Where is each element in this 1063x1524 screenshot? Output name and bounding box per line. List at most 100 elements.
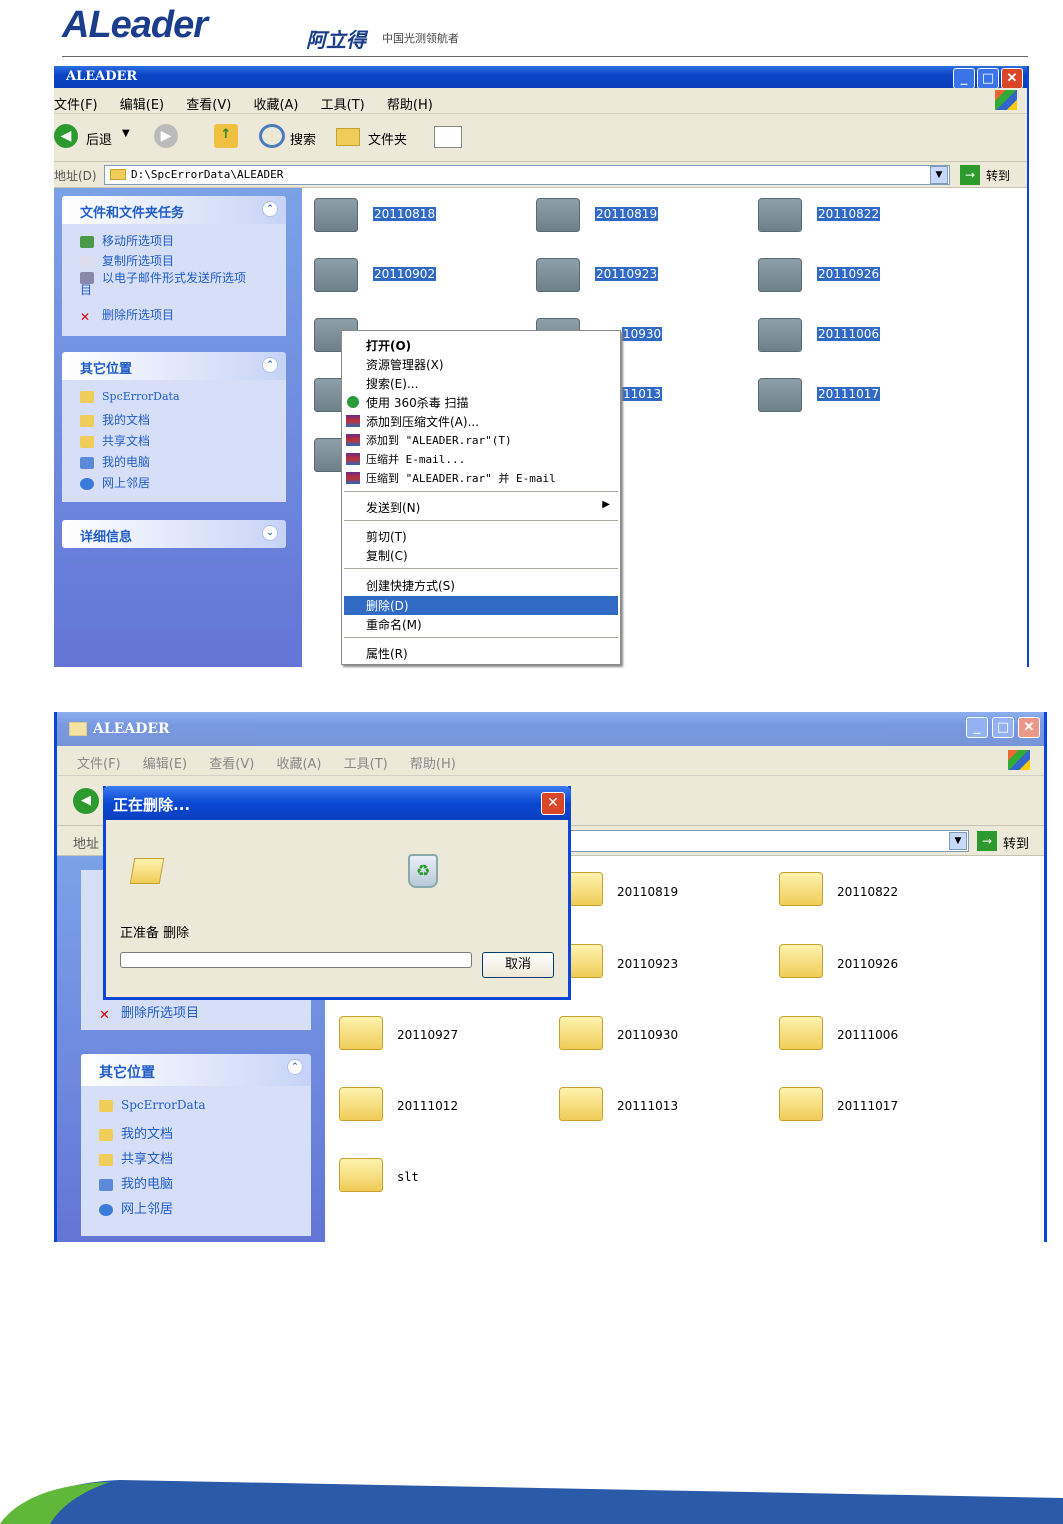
menu-help[interactable]: 帮助(H) (387, 94, 433, 113)
task-delete[interactable]: ✕ 删除所选项目 (99, 1002, 199, 1023)
dialog-close-button[interactable]: ✕ (541, 792, 565, 815)
expand-icon[interactable]: ⌄ (262, 525, 278, 541)
folder-icon[interactable] (758, 198, 802, 232)
folder-icon[interactable] (314, 198, 358, 232)
menu-tools[interactable]: 工具(T) (344, 753, 388, 772)
folder-label[interactable]: 20110926 (817, 267, 881, 281)
folder-label[interactable]: 20110926 (837, 957, 898, 971)
folder-label[interactable]: 20111017 (837, 1099, 898, 1113)
menu-edit[interactable]: 编辑(E) (143, 753, 187, 772)
folders-button[interactable]: 文件夹 (368, 129, 407, 148)
go-arrow-icon[interactable]: → (977, 831, 997, 851)
folder-label[interactable]: slt (397, 1170, 419, 1184)
minimize-button[interactable]: _ (953, 68, 975, 89)
maximize-button[interactable]: □ (992, 717, 1014, 738)
menu-add-rar[interactable]: 添加到 "ALEADER.rar"(T) (366, 432, 512, 448)
folder-label[interactable]: 20110927 (397, 1028, 458, 1042)
views-icon[interactable] (434, 126, 462, 148)
back-arrow-icon[interactable]: ◀ (54, 124, 78, 148)
title-bar[interactable]: ALEADER _ □ ✕ (57, 712, 1044, 746)
go-arrow-icon[interactable]: → (960, 165, 980, 185)
menu-favorites[interactable]: 收藏(A) (276, 753, 321, 772)
address-dropdown-icon[interactable]: ▼ (930, 166, 948, 184)
back-dropdown-icon[interactable]: ▼ (122, 128, 130, 139)
details-panel-header[interactable]: 详细信息 ⌄ (62, 520, 286, 548)
folder-icon[interactable] (339, 1087, 383, 1121)
back-arrow-icon[interactable]: ◀ (73, 788, 99, 814)
folder-label[interactable]: 20110822 (817, 207, 881, 221)
close-button[interactable]: ✕ (1018, 717, 1040, 738)
search-button[interactable]: 搜索 (290, 129, 316, 148)
menu-properties[interactable]: 属性(R) (366, 645, 408, 662)
menu-rename[interactable]: 重命名(M) (366, 616, 422, 633)
menu-360-scan[interactable]: 使用 360杀毒 扫描 (366, 394, 469, 411)
menu-favorites[interactable]: 收藏(A) (253, 94, 298, 113)
folder-icon[interactable] (758, 378, 802, 412)
place-network[interactable]: 网上邻居 (80, 474, 150, 491)
folder-label[interactable]: 20110902 (373, 267, 437, 281)
menu-edit[interactable]: 编辑(E) (120, 94, 164, 113)
menu-compress-rar-email[interactable]: 压缩到 "ALEADER.rar" 并 E-mail (366, 470, 556, 486)
menu-file[interactable]: 文件(F) (77, 753, 121, 772)
collapse-icon[interactable]: ⌃ (262, 201, 278, 217)
menu-open[interactable]: 打开(O) (366, 337, 411, 354)
menu-file[interactable]: 文件(F) (54, 94, 98, 113)
place-spcerrordata[interactable]: SpcErrorData (80, 390, 180, 403)
folder-label[interactable]: 20110819 (617, 885, 678, 899)
folder-icon[interactable] (559, 1087, 603, 1121)
folder-label-partial[interactable]: 10930 (622, 327, 663, 341)
menu-search[interactable]: 搜索(E)... (366, 375, 418, 392)
task-delete[interactable]: ✕ 删除所选项目 (80, 306, 174, 324)
folder-icon[interactable] (339, 1158, 383, 1192)
place-my-documents[interactable]: 我的文档 (99, 1123, 173, 1142)
back-button[interactable]: 后退 (86, 129, 112, 148)
folder-label[interactable]: 20111017 (817, 387, 881, 401)
folder-label[interactable]: 20110930 (617, 1028, 678, 1042)
menu-add-archive[interactable]: 添加到压缩文件(A)... (366, 413, 479, 430)
folder-icon[interactable] (536, 198, 580, 232)
place-my-documents[interactable]: 我的文档 (80, 411, 150, 428)
task-copy[interactable]: 复制所选项目 (80, 252, 174, 269)
place-network[interactable]: 网上邻居 (99, 1198, 173, 1217)
folder-icon[interactable] (339, 1016, 383, 1050)
maximize-button[interactable]: □ (977, 68, 999, 89)
folder-icon[interactable] (779, 872, 823, 906)
collapse-icon[interactable]: ⌃ (262, 357, 278, 373)
folder-icon[interactable] (314, 258, 358, 292)
collapse-icon[interactable]: ⌃ (287, 1059, 303, 1075)
places-panel-header[interactable]: 其它位置 ⌃ (81, 1054, 311, 1086)
menu-view[interactable]: 查看(V) (209, 753, 254, 772)
address-input[interactable]: D:\SpcErrorData\ALEADER (104, 165, 950, 185)
folder-label-partial[interactable]: 11013 (622, 387, 663, 401)
menu-view[interactable]: 查看(V) (186, 94, 231, 113)
tasks-panel-header[interactable]: 文件和文件夹任务 ⌃ (62, 196, 286, 224)
place-my-computer[interactable]: 我的电脑 (99, 1173, 173, 1192)
place-spcerrordata[interactable]: SpcErrorData (99, 1098, 206, 1112)
title-bar[interactable]: ALEADER _ □ ✕ (54, 66, 1027, 89)
forward-arrow-icon[interactable]: ▶ (154, 124, 178, 148)
folder-icon[interactable] (779, 1016, 823, 1050)
menu-explore[interactable]: 资源管理器(X) (366, 356, 444, 373)
task-move[interactable]: 移动所选项目 (80, 232, 174, 249)
folder-label[interactable]: 20110819 (595, 207, 659, 221)
menu-help[interactable]: 帮助(H) (410, 753, 456, 772)
up-folder-icon[interactable]: ↑ (214, 124, 238, 148)
folder-label[interactable]: 20111006 (817, 327, 881, 341)
place-my-computer[interactable]: 我的电脑 (80, 453, 150, 470)
folder-label[interactable]: 20110818 (373, 207, 437, 221)
menu-create-shortcut[interactable]: 创建快捷方式(S) (366, 577, 455, 594)
cancel-button[interactable]: 取消 (482, 952, 554, 978)
folder-label[interactable]: 20110923 (617, 957, 678, 971)
go-button[interactable]: 转到 (1003, 833, 1029, 852)
folder-icon[interactable] (758, 318, 802, 352)
go-button[interactable]: 转到 (986, 167, 1010, 184)
folder-label[interactable]: 20110923 (595, 267, 659, 281)
menu-delete[interactable]: 删除(D) (366, 597, 409, 614)
menu-send-to[interactable]: 发送到(N) (366, 499, 420, 516)
folder-icon[interactable] (779, 1087, 823, 1121)
places-panel-header[interactable]: 其它位置 ⌃ (62, 352, 286, 380)
close-button[interactable]: ✕ (1001, 68, 1023, 89)
folder-icon[interactable] (779, 944, 823, 978)
menu-copy[interactable]: 复制(C) (366, 547, 408, 564)
folder-icon[interactable] (559, 1016, 603, 1050)
